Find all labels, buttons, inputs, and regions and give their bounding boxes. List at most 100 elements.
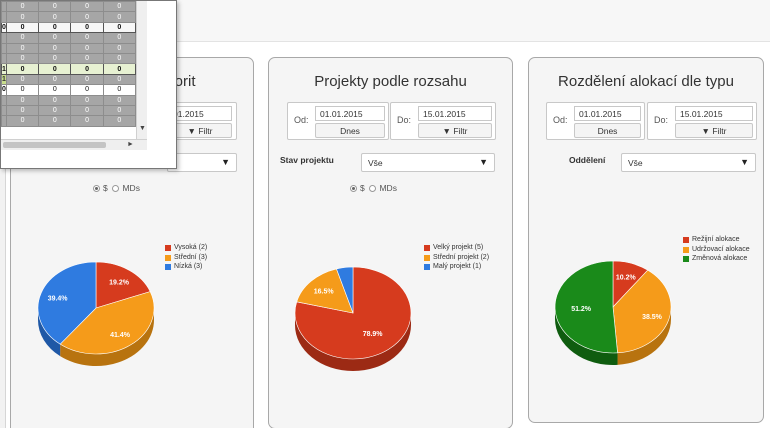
grid-cell[interactable]: 0	[102, 32, 137, 44]
scroll-down-arrow-icon[interactable]: ▼	[139, 125, 146, 132]
filter-button[interactable]: ▼ Filtr	[418, 123, 492, 138]
grid-cell[interactable]: 0	[102, 115, 137, 127]
grid-cell[interactable]: 0	[5, 11, 40, 23]
grid-row: 10000	[1, 73, 137, 86]
grid-cell[interactable]: 0	[5, 104, 40, 117]
grid-cell[interactable]: 0	[70, 94, 104, 106]
legend-item[interactable]: Malý projekt (1)	[424, 263, 504, 272]
legend-swatch	[424, 245, 430, 251]
grid-cell[interactable]: 0	[5, 42, 40, 54]
to-label: Do:	[397, 115, 412, 125]
status-label: Stav projektu	[280, 155, 334, 165]
grid-cell[interactable]: 0	[102, 1, 137, 13]
legend-item[interactable]: Střední projekt (2)	[424, 254, 504, 263]
pie-data-label: 39.4%	[48, 295, 69, 302]
scroll-right-arrow-icon[interactable]: ►	[127, 141, 134, 148]
grid-cell[interactable]: 0	[70, 73, 104, 86]
grid-cell[interactable]: 0	[102, 52, 137, 65]
grid-cell[interactable]: 0	[102, 73, 137, 86]
chart-legend: Velký projekt (5) Střední projekt (2) Malý…	[424, 244, 504, 273]
grid-cell[interactable]: 0	[5, 32, 40, 44]
legend-item[interactable]: Nízká (3)	[165, 263, 245, 272]
grid-row: 00000	[1, 21, 137, 34]
grid-cell[interactable]: 0	[70, 21, 104, 34]
grid-cell[interactable]: 0	[38, 73, 72, 86]
grid-cell[interactable]: 0	[102, 94, 137, 106]
status-select[interactable]: Vše ▼	[361, 153, 495, 172]
grid-cell[interactable]: 0	[102, 104, 137, 117]
grid-cell[interactable]: 0	[70, 63, 104, 75]
to-date-box: Do: 15.01.2015 ▼ Filtr	[390, 102, 496, 140]
grid-cell[interactable]: 0	[38, 32, 72, 44]
grid-row: 00000	[1, 84, 137, 96]
legend-label: Nízká (3)	[174, 263, 203, 270]
legend-item[interactable]: Režijní alokace	[683, 236, 755, 245]
grid-cell[interactable]: 0	[38, 11, 72, 23]
grid-cell[interactable]: 0	[38, 42, 72, 54]
department-select[interactable]: Vše ▼	[621, 153, 756, 172]
grid-cell[interactable]: 0	[38, 63, 72, 75]
filter-icon: ▼	[187, 126, 196, 136]
grid-cell[interactable]: 0	[38, 115, 72, 127]
filter-button[interactable]: ▼ Filtr	[168, 123, 232, 138]
legend-item[interactable]: Udržovací alokace	[683, 246, 755, 255]
legend-item[interactable]: Velký projekt (5)	[424, 244, 504, 253]
mds-radio-label: MDs	[379, 183, 397, 193]
legend-item[interactable]: Vysoká (2)	[165, 244, 245, 253]
grid-cell[interactable]: 0	[5, 21, 40, 34]
grid-cell[interactable]: 0	[38, 94, 72, 106]
grid-cell[interactable]: 0	[5, 1, 40, 13]
grid-cell[interactable]: 0	[5, 94, 40, 106]
chart-legend: Režijní alokace Udržovací alokace Změnová …	[683, 236, 755, 265]
grid-cell[interactable]: 0	[38, 104, 72, 117]
currency-radio[interactable]	[350, 185, 357, 192]
grid-cell[interactable]: 0	[70, 84, 104, 96]
grid-row: 0000	[1, 42, 137, 54]
currency-radio[interactable]	[93, 185, 100, 192]
grid-cell[interactable]: 0	[70, 11, 104, 23]
grid-cell[interactable]: 0	[5, 84, 40, 96]
grid-cell[interactable]: 0	[70, 32, 104, 44]
today-button[interactable]: Dnes	[315, 123, 385, 138]
from-date-input[interactable]: 01.01.2015	[315, 106, 385, 121]
grid-cell[interactable]: 0	[38, 21, 72, 34]
grid-cell[interactable]: 0	[70, 42, 104, 54]
legend-item[interactable]: Změnová alokace	[683, 255, 755, 264]
legend-swatch	[683, 246, 689, 253]
to-date-input[interactable]: 01.2015	[168, 106, 232, 121]
grid-cell[interactable]: 0	[102, 21, 137, 34]
grid-cell[interactable]: 0	[70, 1, 104, 13]
grid-cell[interactable]: 0	[102, 84, 137, 96]
grid-cell[interactable]: 0	[70, 52, 104, 65]
from-date-input[interactable]: 01.01.2015	[574, 106, 641, 121]
scroll-thumb[interactable]	[3, 142, 106, 148]
filter-button[interactable]: ▼ Filtr	[675, 123, 753, 138]
from-label: Od:	[294, 115, 309, 125]
grid-cell[interactable]: 0	[38, 84, 72, 96]
grid-cell[interactable]: 0	[102, 42, 137, 54]
grid-cell[interactable]: 0	[38, 1, 72, 13]
grid-cell[interactable]: 0	[5, 115, 40, 127]
unit-toggle: $ MDs	[350, 183, 397, 193]
grid-cell[interactable]: 0	[38, 52, 72, 65]
priority-pie-chart: 19.2% 41.4% 39.4%	[37, 261, 155, 366]
grid-cell[interactable]: 0	[5, 73, 40, 86]
grid-row: 10000	[1, 63, 137, 75]
currency-radio-label: $	[103, 183, 108, 193]
grid-cell[interactable]: 0	[5, 52, 40, 65]
grid-cell[interactable]: 0	[70, 104, 104, 117]
filter-label: Filtr	[198, 126, 213, 136]
legend-item[interactable]: Střední (3)	[165, 254, 245, 263]
mds-radio[interactable]	[369, 185, 377, 192]
today-button[interactable]: Dnes	[574, 123, 641, 138]
grid-cell[interactable]: 0	[5, 63, 40, 75]
to-date-input[interactable]: 15.01.2015	[675, 106, 753, 121]
status-select[interactable]: ▼	[167, 153, 237, 172]
horizontal-scrollbar[interactable]: ►	[1, 139, 147, 150]
grid-cell[interactable]: 0	[70, 115, 104, 127]
to-date-input[interactable]: 15.01.2015	[418, 106, 492, 121]
grid-cell[interactable]: 0	[102, 11, 137, 23]
vertical-scrollbar[interactable]: ▼	[136, 1, 147, 139]
mds-radio[interactable]	[112, 185, 120, 192]
grid-cell[interactable]: 0	[102, 63, 137, 75]
